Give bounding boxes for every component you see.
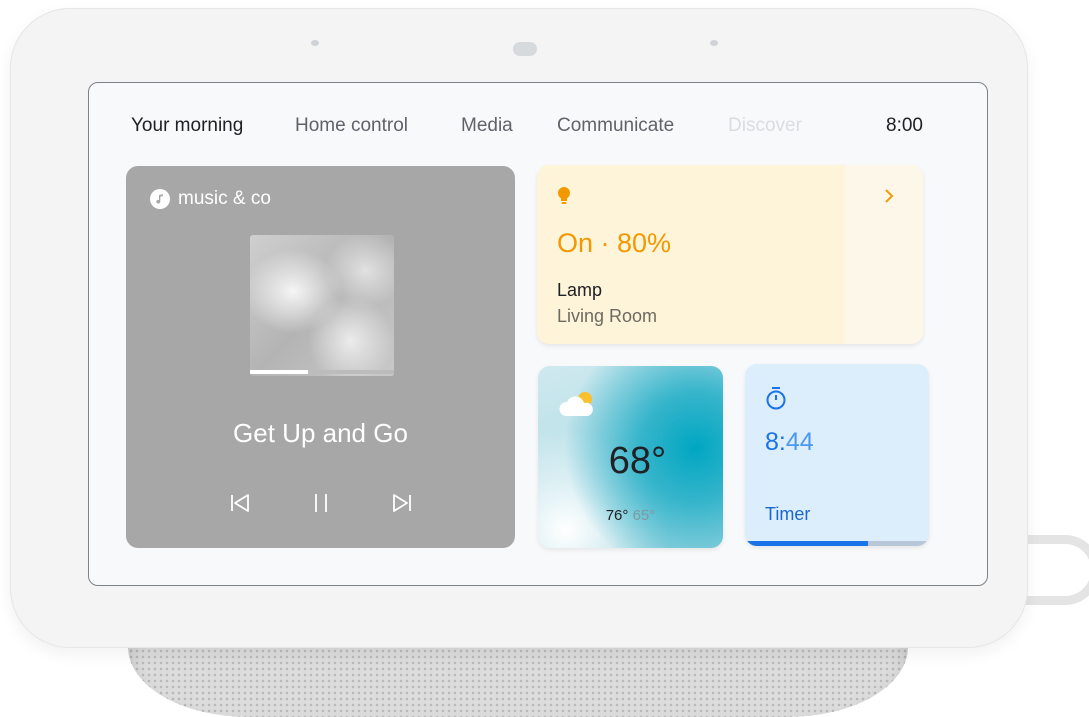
previous-track-button[interactable]: [225, 488, 255, 518]
stopwatch-icon: [765, 386, 787, 415]
next-track-button[interactable]: [387, 488, 417, 518]
lamp-room: Living Room: [557, 306, 658, 326]
timer-label: Timer: [765, 504, 811, 524]
timer-progress: [745, 541, 929, 546]
tab-home-control[interactable]: Home control: [295, 115, 408, 137]
timer-progress-fill: [745, 541, 869, 546]
weather-card[interactable]: 68° 76° 65°: [538, 366, 723, 548]
light-sensor-right: [710, 40, 718, 46]
display-screen: Your morning Home control Media Communic…: [88, 82, 988, 586]
tab-your-morning[interactable]: Your morning: [131, 115, 243, 137]
pause-button[interactable]: [306, 488, 336, 518]
light-sensor-left: [311, 40, 319, 46]
chevron-right-icon[interactable]: [883, 187, 895, 210]
sensor-bar: [513, 42, 537, 56]
clock: 8:00: [886, 115, 923, 136]
media-source: music & co: [150, 188, 271, 210]
partly-cloudy-icon: [558, 390, 598, 425]
tab-communicate[interactable]: Communicate: [557, 115, 674, 137]
pause-icon: [315, 494, 327, 512]
lamp-name: Lamp: [557, 280, 603, 300]
lamp-state: On · 80%: [557, 228, 672, 258]
previous-icon: [231, 494, 249, 512]
lamp-card[interactable]: On · 80% Lamp Living Room: [537, 165, 923, 344]
album-art: [250, 235, 394, 376]
song-title: Get Up and Go: [233, 418, 408, 448]
low-temperature: 65°: [632, 507, 656, 524]
timer-card[interactable]: 8:44 Timer: [745, 364, 929, 546]
music-note-icon: [150, 189, 170, 209]
timer-hours: 8:: [765, 428, 786, 456]
tab-discover[interactable]: Discover: [728, 115, 802, 137]
media-source-label: music & co: [178, 188, 271, 209]
high-temperature: 76°: [605, 507, 629, 524]
timer-minutes: 44: [785, 428, 814, 456]
timer-remaining: 8:44: [765, 428, 814, 457]
lightbulb-icon: [557, 187, 571, 210]
device-bezel: Your morning Home control Media Communic…: [10, 8, 1028, 648]
media-card[interactable]: music & co Get Up and Go: [126, 166, 515, 548]
next-icon: [393, 494, 411, 512]
playback-progress: [250, 370, 394, 374]
top-navigation: Your morning Home control Media Communic…: [89, 115, 987, 139]
tab-media[interactable]: Media: [461, 115, 513, 137]
playback-progress-fill: [250, 370, 308, 374]
temperature-range: 76° 65°: [538, 507, 723, 524]
current-temperature: 68°: [608, 440, 667, 482]
